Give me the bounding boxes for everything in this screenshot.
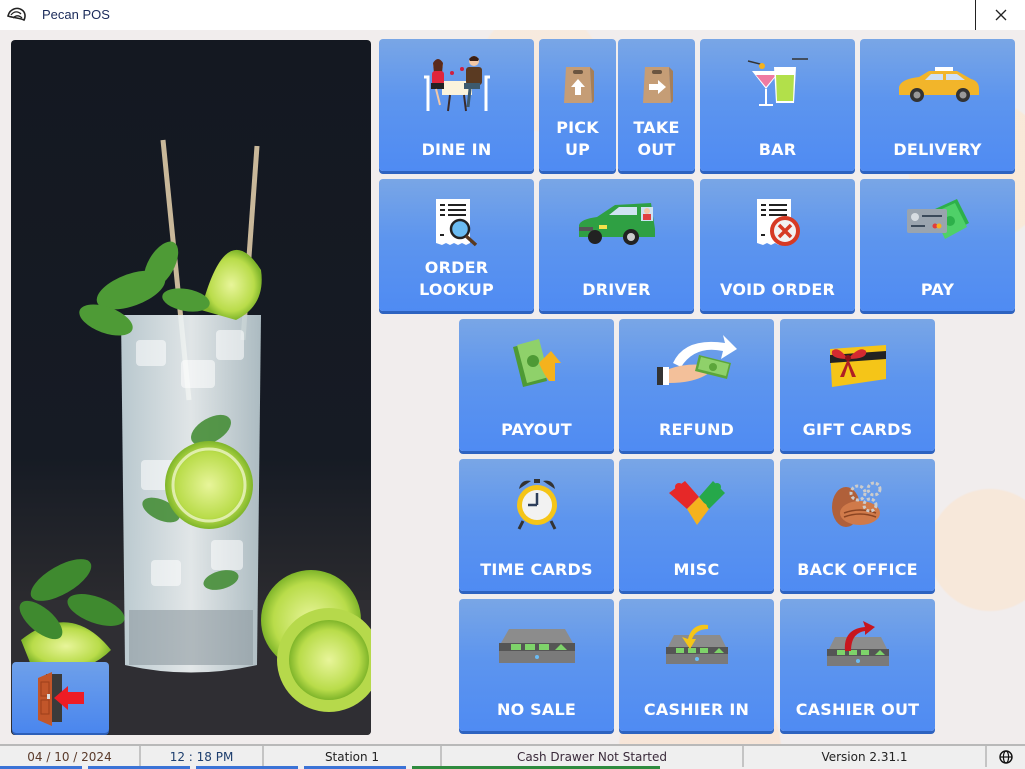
status-bar: 04 / 10 / 2024 12 : 18 PM Station 1 Cash…: [0, 744, 1025, 769]
refund-button[interactable]: REFUND: [619, 319, 774, 451]
dine-in-label: DINE IN: [421, 140, 492, 159]
driver-car-icon: [578, 203, 655, 245]
misc-button[interactable]: MISC: [619, 459, 774, 591]
time-cards-label: TIME CARDS: [480, 560, 593, 579]
take-out-button[interactable]: TAKE OUT: [618, 39, 695, 171]
language-button[interactable]: [987, 746, 1025, 767]
refund-label: REFUND: [658, 420, 735, 439]
dine-in-icon: [423, 56, 490, 112]
receipt-search-icon: [435, 199, 477, 247]
cash-drawer-icon: [498, 629, 575, 663]
pick-up-button[interactable]: PICK UP: [539, 39, 616, 171]
void-order-button[interactable]: VOID ORDER: [700, 179, 855, 311]
cashier-in-label: CASHIER IN: [643, 700, 750, 719]
back-office-button[interactable]: BACK OFFICE: [780, 459, 935, 591]
exit-door-icon: [38, 672, 84, 726]
status-cash-drawer: Cash Drawer Not Started: [442, 746, 744, 767]
void-order-label: VOID ORDER: [720, 280, 835, 299]
delivery-button[interactable]: DELIVERY: [860, 39, 1015, 171]
cash-drawer-out-icon: [826, 621, 889, 666]
pecan-logo-icon: [7, 7, 26, 22]
close-button[interactable]: [985, 0, 1017, 30]
back-office-label: BACK OFFICE: [797, 560, 918, 579]
title-bar: Pecan POS: [0, 0, 1025, 30]
cashier-in-button[interactable]: CASHIER IN: [619, 599, 774, 731]
cashier-out-button[interactable]: CASHIER OUT: [780, 599, 935, 731]
refund-hand-icon: [656, 335, 737, 385]
driver-label: DRIVER: [582, 280, 651, 299]
puzzle-icon: [668, 481, 725, 525]
bar-button[interactable]: BAR: [700, 39, 855, 171]
window-title: Pecan POS: [42, 7, 110, 22]
takeout-bag-icon: [642, 67, 673, 103]
gift-cards-label: GIFT CARDS: [802, 420, 913, 439]
status-date: 04 / 10 / 2024: [0, 746, 141, 767]
pecan-gears-icon: [831, 481, 881, 527]
pay-button[interactable]: PAY: [860, 179, 1015, 311]
payout-button[interactable]: PAYOUT: [459, 319, 614, 451]
gift-card-icon: [829, 345, 886, 387]
close-icon: [995, 9, 1007, 21]
exit-button[interactable]: [12, 662, 109, 733]
globe-icon: [999, 749, 1013, 764]
payout-label: PAYOUT: [501, 420, 572, 439]
pay-label: PAY: [920, 280, 955, 299]
mojito-illustration: [11, 139, 371, 735]
cash-drawer-in-icon: [665, 624, 728, 664]
status-version: Version 2.31.1: [744, 746, 987, 767]
titlebar-divider: [975, 0, 976, 30]
order-lookup-button[interactable]: ORDER LOOKUP: [379, 179, 534, 311]
take-out-label: TAKE OUT: [633, 118, 680, 159]
card-cash-icon: [906, 199, 969, 239]
order-lookup-label: ORDER LOOKUP: [419, 258, 494, 299]
promo-image: [11, 40, 371, 735]
cash-out-icon: [512, 339, 561, 387]
no-sale-label: NO SALE: [497, 700, 576, 719]
receipt-void-icon: [756, 199, 800, 246]
gift-cards-button[interactable]: GIFT CARDS: [780, 319, 935, 451]
dine-in-button[interactable]: DINE IN: [379, 39, 534, 171]
taxi-icon: [898, 67, 979, 102]
status-time: 12 : 18 PM: [141, 746, 264, 767]
cashier-out-label: CASHIER OUT: [795, 700, 920, 719]
misc-label: MISC: [673, 560, 720, 579]
time-cards-button[interactable]: TIME CARDS: [459, 459, 614, 591]
pick-up-label: PICK UP: [556, 118, 599, 159]
pickup-bag-icon: [563, 67, 594, 103]
alarm-clock-icon: [516, 479, 557, 530]
delivery-label: DELIVERY: [893, 140, 982, 159]
cocktail-icon: [747, 58, 808, 106]
driver-button[interactable]: DRIVER: [539, 179, 694, 311]
bar-label: BAR: [758, 140, 797, 159]
no-sale-button[interactable]: NO SALE: [459, 599, 614, 731]
status-station: Station 1: [264, 746, 442, 767]
